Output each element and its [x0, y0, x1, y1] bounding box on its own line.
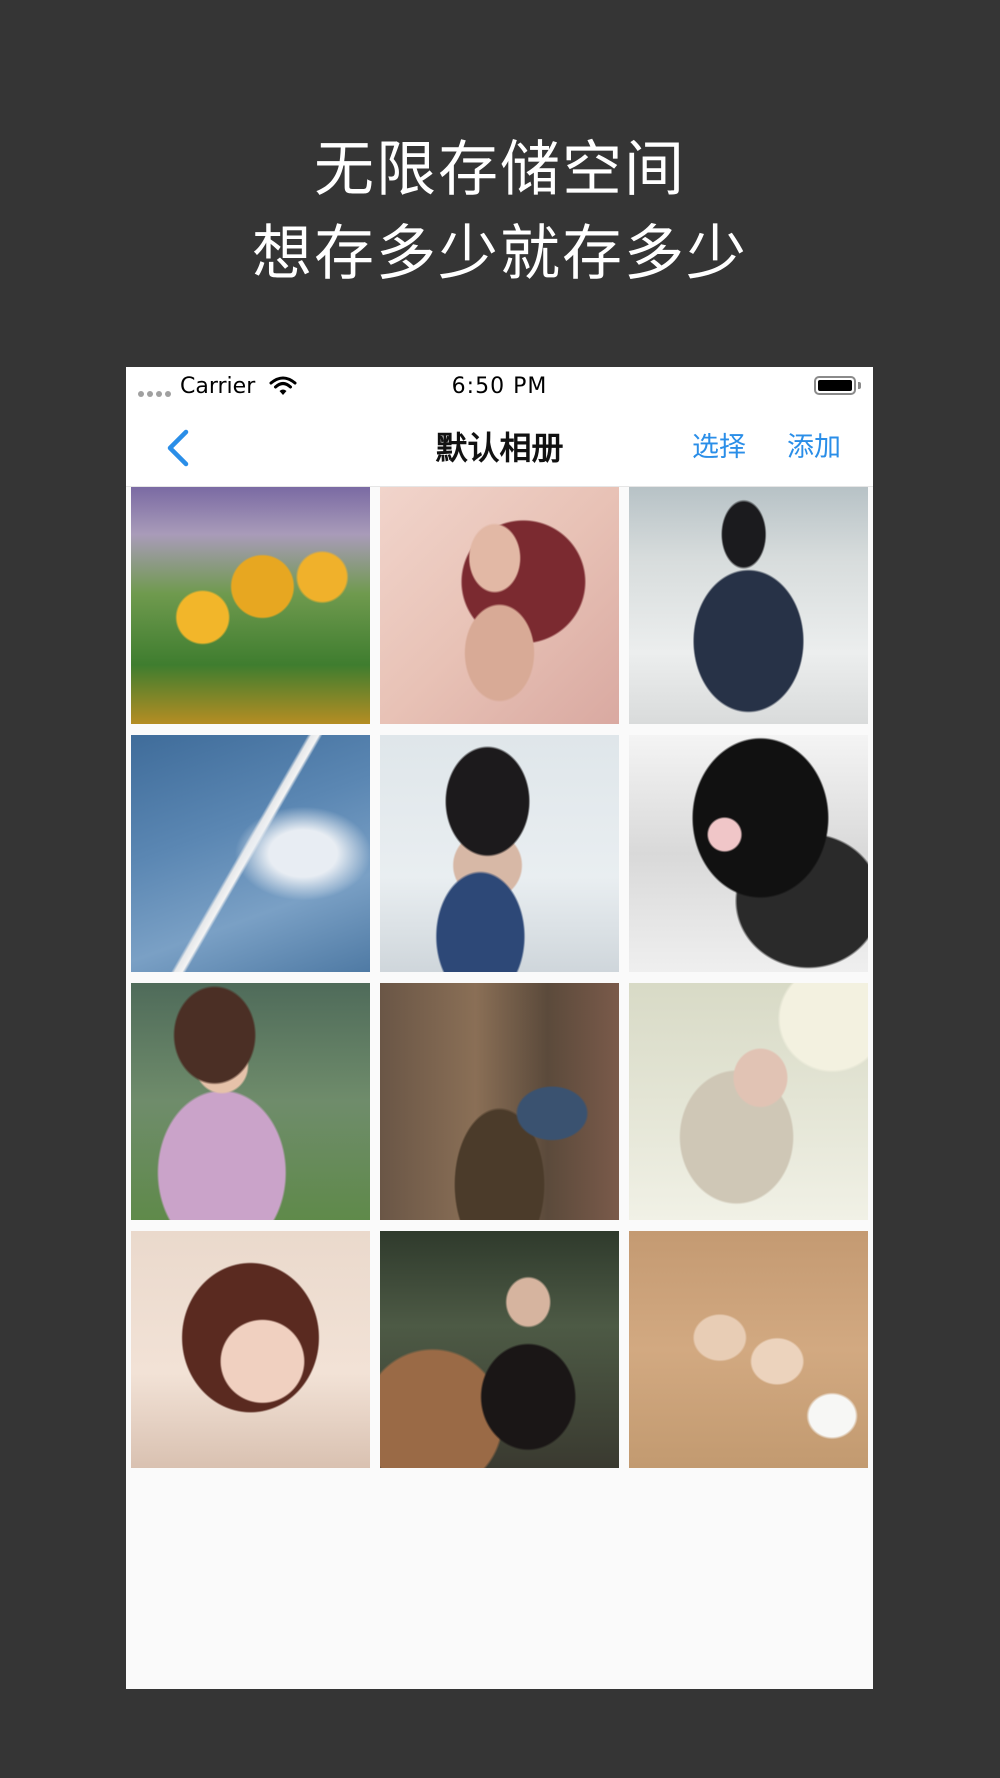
status-bar: Carrier 6:50 PM	[126, 367, 873, 408]
photo-thumbnail[interactable]	[629, 735, 868, 972]
photo-thumbnail[interactable]	[380, 735, 619, 972]
photo-thumbnail[interactable]	[131, 487, 370, 724]
select-button[interactable]: 选择	[692, 428, 746, 468]
status-time: 6:50 PM	[451, 374, 548, 399]
photo-grid	[131, 487, 870, 1468]
photo-thumbnail[interactable]	[629, 487, 868, 724]
photo-thumbnail[interactable]	[380, 487, 619, 724]
promo-title-line-1: 无限存储空间	[314, 135, 686, 205]
photo-thumbnail[interactable]	[629, 1231, 868, 1468]
photo-thumbnail[interactable]	[380, 983, 619, 1220]
navigation-bar: 默认相册 选择 添加	[126, 408, 873, 487]
battery-tip	[858, 382, 861, 389]
photo-thumbnail[interactable]	[380, 1231, 619, 1468]
add-button[interactable]: 添加	[787, 428, 841, 468]
page-title: 默认相册	[435, 429, 564, 467]
photo-thumbnail[interactable]	[629, 983, 868, 1220]
battery-icon	[814, 376, 856, 395]
photo-thumbnail[interactable]	[131, 983, 370, 1220]
promo-title-line-2: 想存多少就存多少	[252, 219, 748, 289]
phone-screen: Carrier 6:50 PM 默认相册 选择 添加	[126, 367, 873, 1689]
photo-thumbnail[interactable]	[131, 735, 370, 972]
photo-thumbnail[interactable]	[131, 1231, 370, 1468]
